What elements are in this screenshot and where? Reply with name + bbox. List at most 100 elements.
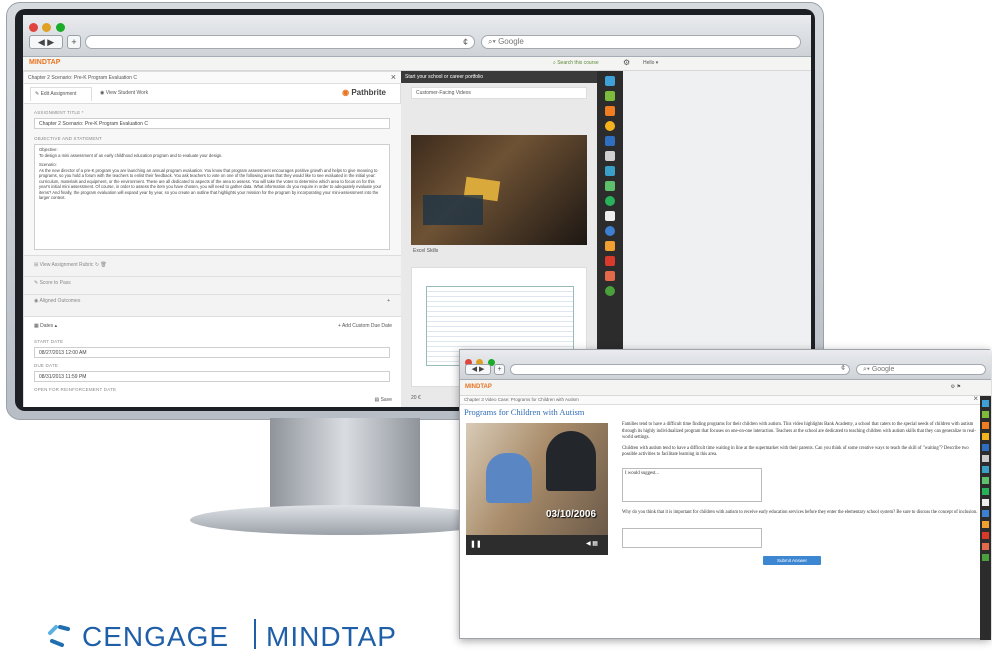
dates-toggle[interactable]: ▦ Dates ▴ bbox=[34, 323, 57, 329]
address-bar-2[interactable]: ¢ bbox=[510, 364, 850, 375]
portfolio-item-videos[interactable]: Customer-Facing Videos bbox=[411, 87, 587, 99]
dock-chat-icon[interactable] bbox=[605, 211, 615, 221]
zoom-window-icon[interactable] bbox=[55, 23, 65, 32]
tab-edit-assignment[interactable]: ✎ Edit Assignment bbox=[30, 87, 92, 101]
browser-toolbar: ◀ ▶ + ¢ ⌕▾ Google bbox=[23, 15, 811, 57]
dock2-chart-icon[interactable] bbox=[982, 466, 989, 473]
start-date-label: START DATE bbox=[34, 339, 64, 344]
activity-panel: Chapter 2 Scenario: Pre-K Program Evalua… bbox=[23, 71, 402, 407]
rubric-row[interactable]: ⊞ View Assignment Rubric ↻ 🗑 bbox=[34, 262, 107, 268]
dock-folder-icon[interactable] bbox=[605, 241, 615, 251]
dock2-chat-icon[interactable] bbox=[982, 499, 989, 506]
dock2-info-icon[interactable] bbox=[982, 532, 989, 539]
dock2-rss-icon[interactable] bbox=[982, 422, 989, 429]
dock2-book-icon[interactable] bbox=[982, 444, 989, 451]
due-date-input[interactable]: 08/31/2013 11:59 PM bbox=[34, 371, 390, 382]
dock-orange-icon[interactable] bbox=[605, 121, 615, 131]
cengage-wordmark: CENGAGE bbox=[82, 621, 230, 652]
minimize-window-icon[interactable] bbox=[42, 23, 52, 32]
new-tab-button[interactable]: + bbox=[67, 35, 81, 49]
reload-icon[interactable]: ¢ bbox=[463, 37, 468, 47]
close-icon[interactable]: × bbox=[391, 72, 396, 82]
user-menu[interactable]: Hello ▾ bbox=[643, 60, 658, 66]
new-tab-button-2[interactable]: + bbox=[494, 364, 505, 375]
submit-answer-button[interactable]: Submit Answer bbox=[763, 556, 821, 565]
pause-icon[interactable]: ❚❚ bbox=[470, 540, 482, 548]
dock2-share-icon[interactable] bbox=[982, 488, 989, 495]
objective-textarea[interactable]: Objective: To design a mini assessment o… bbox=[34, 144, 390, 250]
app-dock-2 bbox=[980, 396, 991, 640]
video-player[interactable]: 03/10/2006 bbox=[466, 423, 608, 535]
video-controls[interactable]: ❚❚ ◀ ▦ bbox=[466, 535, 608, 555]
back-forward-buttons-2[interactable]: ◀ ▶ bbox=[465, 364, 491, 375]
due-date-label: DUE DATE bbox=[34, 363, 59, 368]
dock-circle-icon[interactable] bbox=[605, 286, 615, 296]
search-course-link[interactable]: ⌕ Search this course bbox=[553, 60, 599, 66]
scenario-text: As the new director of a pre-K program y… bbox=[39, 167, 382, 201]
aligned-outcomes-row[interactable]: ◉ Aligned Outcomes bbox=[34, 298, 80, 304]
pathbrite-logo: ◉ Pathbrite bbox=[342, 88, 386, 97]
volume-icon[interactable]: ◀ ▦ bbox=[586, 540, 598, 547]
start-date-input[interactable]: 08/27/2013 12:00 AM bbox=[34, 347, 390, 358]
dock-lifebuoy-icon[interactable] bbox=[605, 271, 615, 281]
tab-view-student-work[interactable]: ◉ View Student Work bbox=[96, 87, 166, 101]
monitor-stand-base bbox=[190, 505, 500, 535]
dock2-notes-icon[interactable] bbox=[982, 455, 989, 462]
video-timestamp: 03/10/2006 bbox=[546, 509, 597, 520]
save-label: Save bbox=[380, 397, 392, 403]
dock2-pencil-icon[interactable] bbox=[982, 411, 989, 418]
score-to-pass-row[interactable]: ✎ Score to Pass bbox=[34, 280, 71, 286]
portfolio-footer: 20 € bbox=[411, 395, 421, 401]
objective-label: OBJECTIVE AND STATEMENT bbox=[34, 136, 102, 141]
add-outcome-icon[interactable]: + bbox=[387, 298, 390, 304]
dock-rss-icon[interactable] bbox=[605, 106, 615, 116]
dates-label: Dates ▴ bbox=[40, 323, 58, 329]
refresh-icon[interactable]: ↻ bbox=[95, 262, 99, 268]
header-controls-2[interactable]: ⚙ ⚑ bbox=[951, 384, 961, 390]
back-forward-buttons[interactable]: ◀ ▶ bbox=[29, 35, 63, 49]
reload-icon-2[interactable]: ¢ bbox=[841, 365, 845, 372]
assignment-form: ASSIGNMENT TITLE * Chapter 2 Scenario: P… bbox=[24, 104, 402, 256]
gear-icon[interactable]: ⚙ bbox=[623, 58, 630, 67]
dock2-calendar-icon[interactable] bbox=[982, 477, 989, 484]
dock-globe-icon[interactable] bbox=[605, 226, 615, 236]
dock-notes-icon[interactable] bbox=[605, 151, 615, 161]
cengage-mindtap-logo: CENGAGE MINDTAP bbox=[0, 613, 396, 652]
tab-view-student-work-label: View Student Work bbox=[105, 90, 149, 96]
video-teacher-figure bbox=[546, 431, 596, 491]
add-custom-due-date[interactable]: + Add Custom Due Date bbox=[338, 323, 392, 329]
mindtap-header-2: MINDTAP ⚙ ⚑ bbox=[460, 380, 991, 396]
objective-text: To design a mini assessment of an early … bbox=[39, 152, 223, 158]
dock2-folder-icon[interactable] bbox=[982, 521, 989, 528]
dock-book-icon[interactable] bbox=[605, 136, 615, 146]
address-bar[interactable]: ¢ bbox=[85, 35, 475, 49]
dock-share-icon[interactable] bbox=[605, 196, 615, 206]
save-button[interactable]: ▤ Save bbox=[374, 397, 392, 403]
dock-info-icon[interactable] bbox=[605, 256, 615, 266]
browser-search-placeholder-2: Google bbox=[871, 366, 895, 373]
close-icon-2[interactable]: × bbox=[973, 394, 978, 403]
dock2-cloud-icon[interactable] bbox=[982, 400, 989, 407]
dock-chart-icon[interactable] bbox=[605, 166, 615, 176]
assignment-title-input[interactable]: Chapter 2 Scenario: Pre-K Program Evalua… bbox=[34, 118, 390, 129]
close-window-icon[interactable] bbox=[29, 23, 38, 32]
dock2-lifebuoy-icon[interactable] bbox=[982, 543, 989, 550]
dock2-circle-icon[interactable] bbox=[982, 554, 989, 561]
browser-search-field-2[interactable]: ⌕▾ Google bbox=[856, 364, 986, 375]
screen-image-detail bbox=[423, 195, 483, 225]
browser-search-field[interactable]: ⌕▾ Google bbox=[481, 35, 801, 49]
browser-toolbar-2: ◀ ▶ + ¢ ⌕▾ Google bbox=[460, 350, 991, 380]
dock2-orange-icon[interactable] bbox=[982, 433, 989, 440]
portfolio-item-excel[interactable]: Excel Skills bbox=[413, 248, 438, 254]
answer-2-textarea[interactable] bbox=[622, 528, 762, 548]
trash-icon[interactable]: 🗑 bbox=[100, 262, 106, 268]
dock-calendar-icon[interactable] bbox=[605, 181, 615, 191]
answer-1-textarea[interactable]: I would suggest... bbox=[622, 468, 762, 502]
portfolio-video-thumbnail[interactable] bbox=[411, 135, 587, 245]
page-title: Programs for Children with Autism bbox=[464, 407, 585, 417]
breadcrumb: Chapter 3 Video Case: Programs for Child… bbox=[464, 397, 579, 402]
dock-cloud-icon[interactable] bbox=[605, 76, 615, 86]
dock2-globe-icon[interactable] bbox=[982, 510, 989, 517]
dock-pencil-icon[interactable] bbox=[605, 91, 615, 101]
intro-paragraph: Families tend to have a difficult time f… bbox=[622, 422, 976, 440]
